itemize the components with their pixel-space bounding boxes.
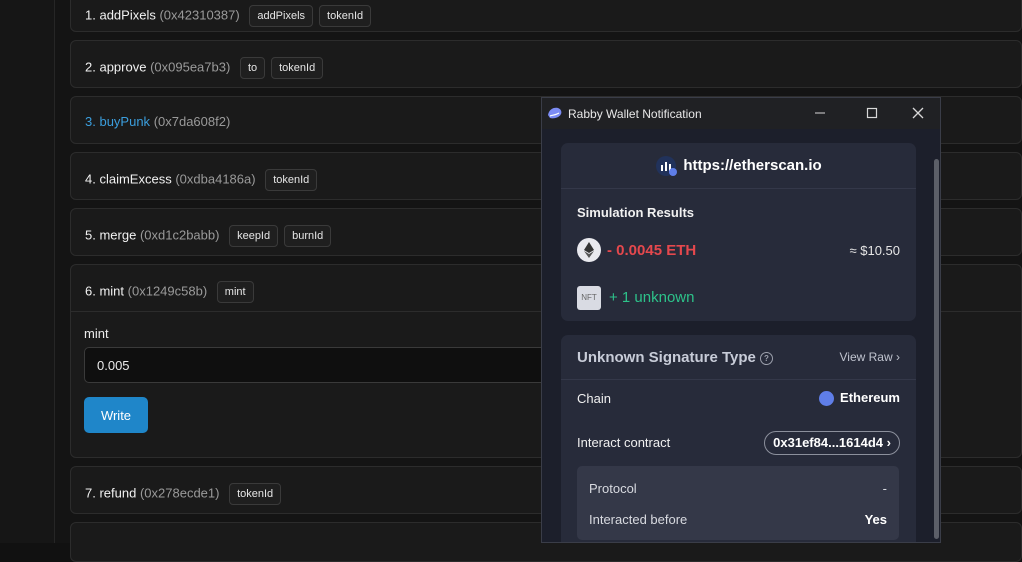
param-chip: tokenId [319,5,372,27]
minimize-icon [815,112,825,114]
usd-value: ≈ $10.50 [849,243,900,258]
mint-value-input[interactable] [84,347,554,383]
card-divider [561,379,916,380]
function-name: claimExcess [99,171,172,187]
maximize-icon [866,107,878,119]
function-row-approve[interactable]: 2. approve (0x095ea7b3) to tokenId [70,40,1022,88]
chain-label: Chain [577,391,611,406]
contract-address: 0x31ef84...1614d4 [773,435,884,450]
interact-contract-label: Interact contract [577,435,671,450]
param-chip: burnId [284,225,332,247]
protocol-label: Protocol [589,481,637,496]
param-chip: keepId [229,225,279,247]
protocol-value: - [882,481,887,496]
function-name: buyPunk [99,114,151,129]
function-name: approve [99,59,147,75]
help-icon[interactable]: ? [759,351,773,365]
chevron-right-icon: › [886,435,891,450]
nft-balance-change: + 1 unknown [609,289,695,306]
chain-value: Ethereum [819,390,900,407]
eth-token-icon [577,238,601,262]
param-chip: mint [216,281,254,303]
view-raw-label: View Raw [839,350,893,364]
chevron-right-icon: › [896,350,900,364]
function-name: addPixels [99,7,156,23]
close-button[interactable] [898,102,938,126]
interacted-before-label: Interacted before [589,512,688,527]
function-name: refund [99,485,137,501]
function-number: 3. [85,114,96,129]
interacted-before-value: Yes [864,512,887,527]
mint-input-label: mint [84,326,109,341]
function-row-addpixels[interactable]: 1. addPixels (0x42310387) addPixels token… [70,0,1022,32]
scrollbar[interactable] [934,159,939,539]
site-origin: https://etherscan.io [561,155,916,177]
function-number: 4. [85,171,96,187]
simulation-card: https://etherscan.io Simulation Results … [561,143,916,321]
param-chip: addPixels [249,5,314,27]
function-number: 2. [85,59,96,75]
rabby-content: https://etherscan.io Simulation Results … [542,129,940,542]
site-url: https://etherscan.io [683,156,822,174]
function-selector: (0x278ecde1) [139,485,220,501]
function-name: merge [99,227,137,243]
signature-type-title: Unknown Signature Type? [577,349,773,366]
function-number: 5. [85,227,96,243]
ethereum-icon [819,391,835,407]
maximize-button[interactable] [852,102,892,126]
minimize-button[interactable] [800,102,840,126]
function-selector: (0xdba4186a) [175,171,256,187]
nft-icon: NFT [577,286,601,310]
param-chip: tokenId [271,57,324,79]
function-name: mint [99,283,125,299]
left-gutter [0,0,55,543]
contract-details: Protocol - Interacted before Yes [577,466,899,540]
window-title: Rabby Wallet Notification [568,107,702,121]
function-selector: (0x7da608f2) [153,114,231,129]
contract-address-pill[interactable]: 0x31ef84...1614d4 › [764,431,900,455]
signature-card: Unknown Signature Type? View Raw › Chain… [561,335,916,542]
etherscan-logo-icon [656,156,678,176]
param-chip: to [239,57,266,79]
function-selector: (0x42310387) [159,7,240,23]
view-raw-link[interactable]: View Raw › [840,350,900,364]
function-selector: (0xd1c2babb) [139,227,220,243]
function-selector: (0x1249c58b) [127,283,208,299]
rabby-logo-icon [548,107,562,119]
function-selector: (0x095ea7b3) [150,59,231,75]
simulation-title: Simulation Results [577,205,695,220]
function-number: 1. [85,7,96,23]
eth-balance-change: - 0.0045 ETH [607,242,697,259]
chain-name: Ethereum [840,390,900,405]
rabby-wallet-window: Rabby Wallet Notification https://ethers… [541,97,941,543]
param-chip: tokenId [229,483,282,505]
function-number: 6. [85,283,96,299]
write-button[interactable]: Write [84,397,148,433]
close-icon [912,107,924,119]
card-divider [561,188,916,189]
param-chip: tokenId [265,169,318,191]
window-titlebar: Rabby Wallet Notification [542,98,940,129]
signature-type-label: Unknown Signature Type [577,349,756,366]
function-number: 7. [85,485,96,501]
